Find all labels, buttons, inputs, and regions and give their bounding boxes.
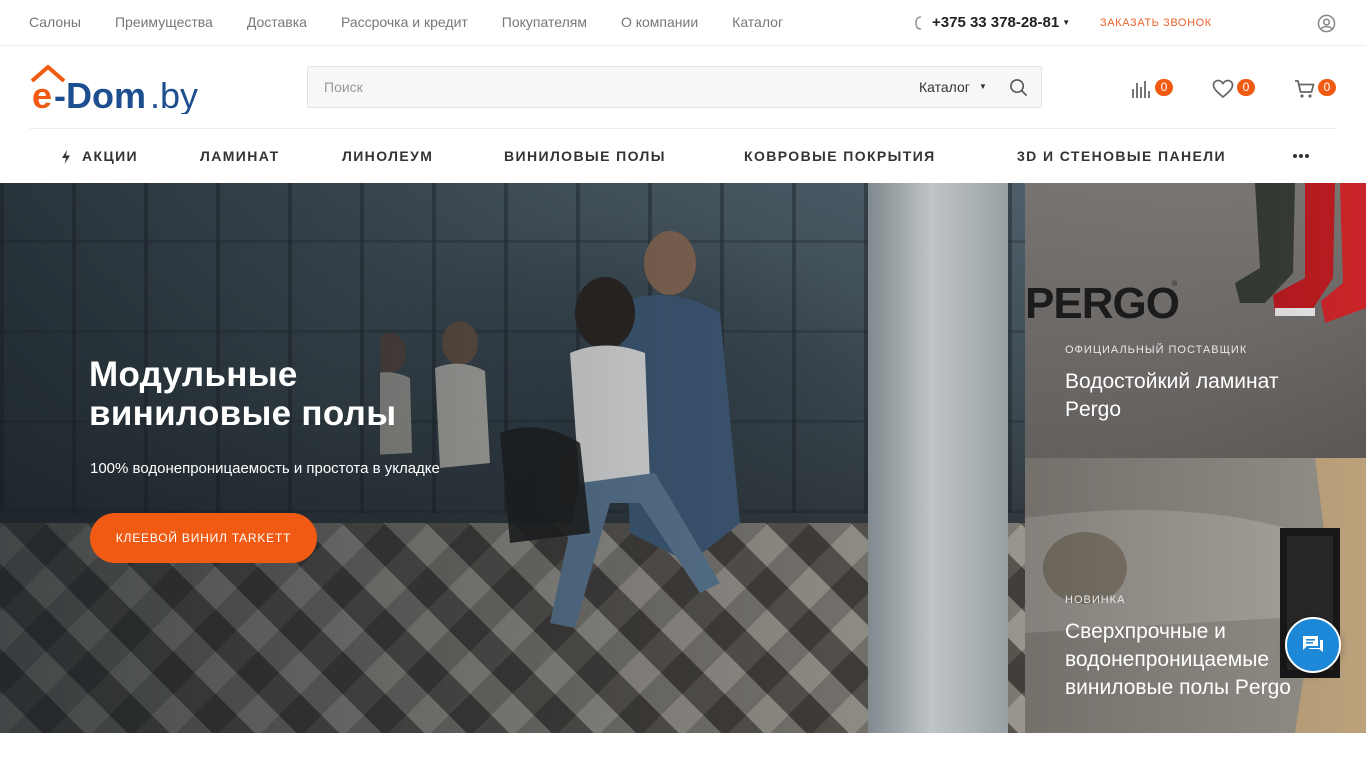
hero-title-line2: виниловые полы [89, 394, 397, 433]
chat-icon [1303, 636, 1323, 652]
banner-title-line2: водонепроницаемые [1065, 648, 1270, 671]
svg-text:e: e [32, 75, 52, 114]
chevron-down-icon: ▼ [979, 82, 987, 91]
banner-title-line2: Pergo [1065, 398, 1122, 421]
chevron-down-icon: ▼ [1062, 18, 1071, 27]
compare-count-badge: 0 [1155, 79, 1173, 96]
hero-subtitle: 100% водонепроницаемость и простота в ук… [90, 460, 440, 477]
main-nav-sales[interactable]: Акции [82, 148, 138, 164]
banner-title: Водостойкий ламинат Pergo [1065, 368, 1278, 424]
main-nav-linoleum[interactable]: Линолеум [342, 148, 433, 164]
hero-title: Модульные виниловые полы [89, 355, 396, 433]
top-nav-salons[interactable]: Салоны [29, 14, 81, 30]
main-nav-laminate[interactable]: Ламинат [200, 148, 280, 164]
top-nav-advantages[interactable]: Преимущества [115, 14, 213, 30]
site-logo[interactable]: e -Dom .by [30, 62, 222, 114]
top-nav-customers[interactable]: Покупателям [502, 14, 587, 30]
main-nav-carpet[interactable]: Ковровые покрытия [744, 148, 936, 164]
registered-mark-icon: ® [1172, 281, 1178, 288]
phone-dropdown[interactable]: +375 33 378-28-81 ▼ [914, 14, 1070, 31]
svg-text:-Dom: -Dom [54, 75, 146, 114]
callback-link[interactable]: Заказать звонок [1100, 17, 1212, 29]
top-nav-installments[interactable]: Рассрочка и кредит [341, 14, 468, 30]
user-icon[interactable] [1317, 14, 1336, 33]
top-nav-delivery[interactable]: Доставка [247, 14, 307, 30]
main-nav-vinyl[interactable]: Виниловые полы [504, 148, 666, 164]
hero-title-line1: Модульные [89, 355, 298, 394]
chat-button[interactable] [1285, 617, 1341, 673]
search-bar: Каталог ▼ [307, 66, 1042, 108]
promo-banner-pergo-vinyl[interactable]: Новинка Сверхпрочные и водонепроницаемые… [1025, 458, 1366, 733]
wishlist-count-badge: 0 [1237, 79, 1255, 96]
cart-count-badge: 0 [1318, 79, 1336, 96]
top-nav: Салоны Преимущества Доставка Рассрочка и… [29, 14, 817, 30]
hero-banner[interactable]: Модульные виниловые полы 100% водонепрон… [0, 183, 1025, 733]
hero-cta-button[interactable]: Клеевой винил Tarkett [90, 513, 317, 563]
banner-title-line1: Водостойкий ламинат [1065, 370, 1279, 393]
banner-kicker: Новинка [1065, 594, 1126, 606]
heart-icon[interactable] [1212, 79, 1234, 99]
promo-banner-pergo-laminate[interactable]: PERGO ® Официальный поставщик Водостойки… [1025, 183, 1366, 458]
compare-icon[interactable] [1131, 79, 1153, 99]
top-bar: Салоны Преимущества Доставка Рассрочка и… [0, 0, 1366, 46]
svg-text:.by: .by [150, 75, 198, 114]
search-input[interactable] [308, 67, 898, 107]
main-nav-panels[interactable]: 3D и стеновые панели [1017, 148, 1226, 164]
banner-kicker: Официальный поставщик [1065, 344, 1248, 356]
more-icon[interactable] [1292, 153, 1310, 159]
main-nav: Акции Ламинат Линолеум Виниловые полы Ко… [30, 128, 1336, 183]
banner-title: Сверхпрочные и водонепроницаемые винилов… [1065, 618, 1291, 702]
top-nav-about[interactable]: О компании [621, 14, 698, 30]
cart-icon[interactable] [1294, 79, 1316, 99]
banner-title-line3: виниловые полы Pergo [1065, 676, 1291, 699]
banner-title-line1: Сверхпрочные и [1065, 620, 1226, 643]
search-icon[interactable] [1009, 78, 1028, 97]
pergo-logo: PERGO [1025, 279, 1180, 328]
top-nav-catalog[interactable]: Каталог [732, 14, 783, 30]
phone-number[interactable]: +375 33 378-28-81 [932, 14, 1059, 31]
bolt-icon [62, 150, 70, 164]
search-category-select[interactable]: Каталог [919, 79, 970, 95]
phone-icon [915, 15, 922, 30]
hero-overlay [0, 183, 1025, 733]
